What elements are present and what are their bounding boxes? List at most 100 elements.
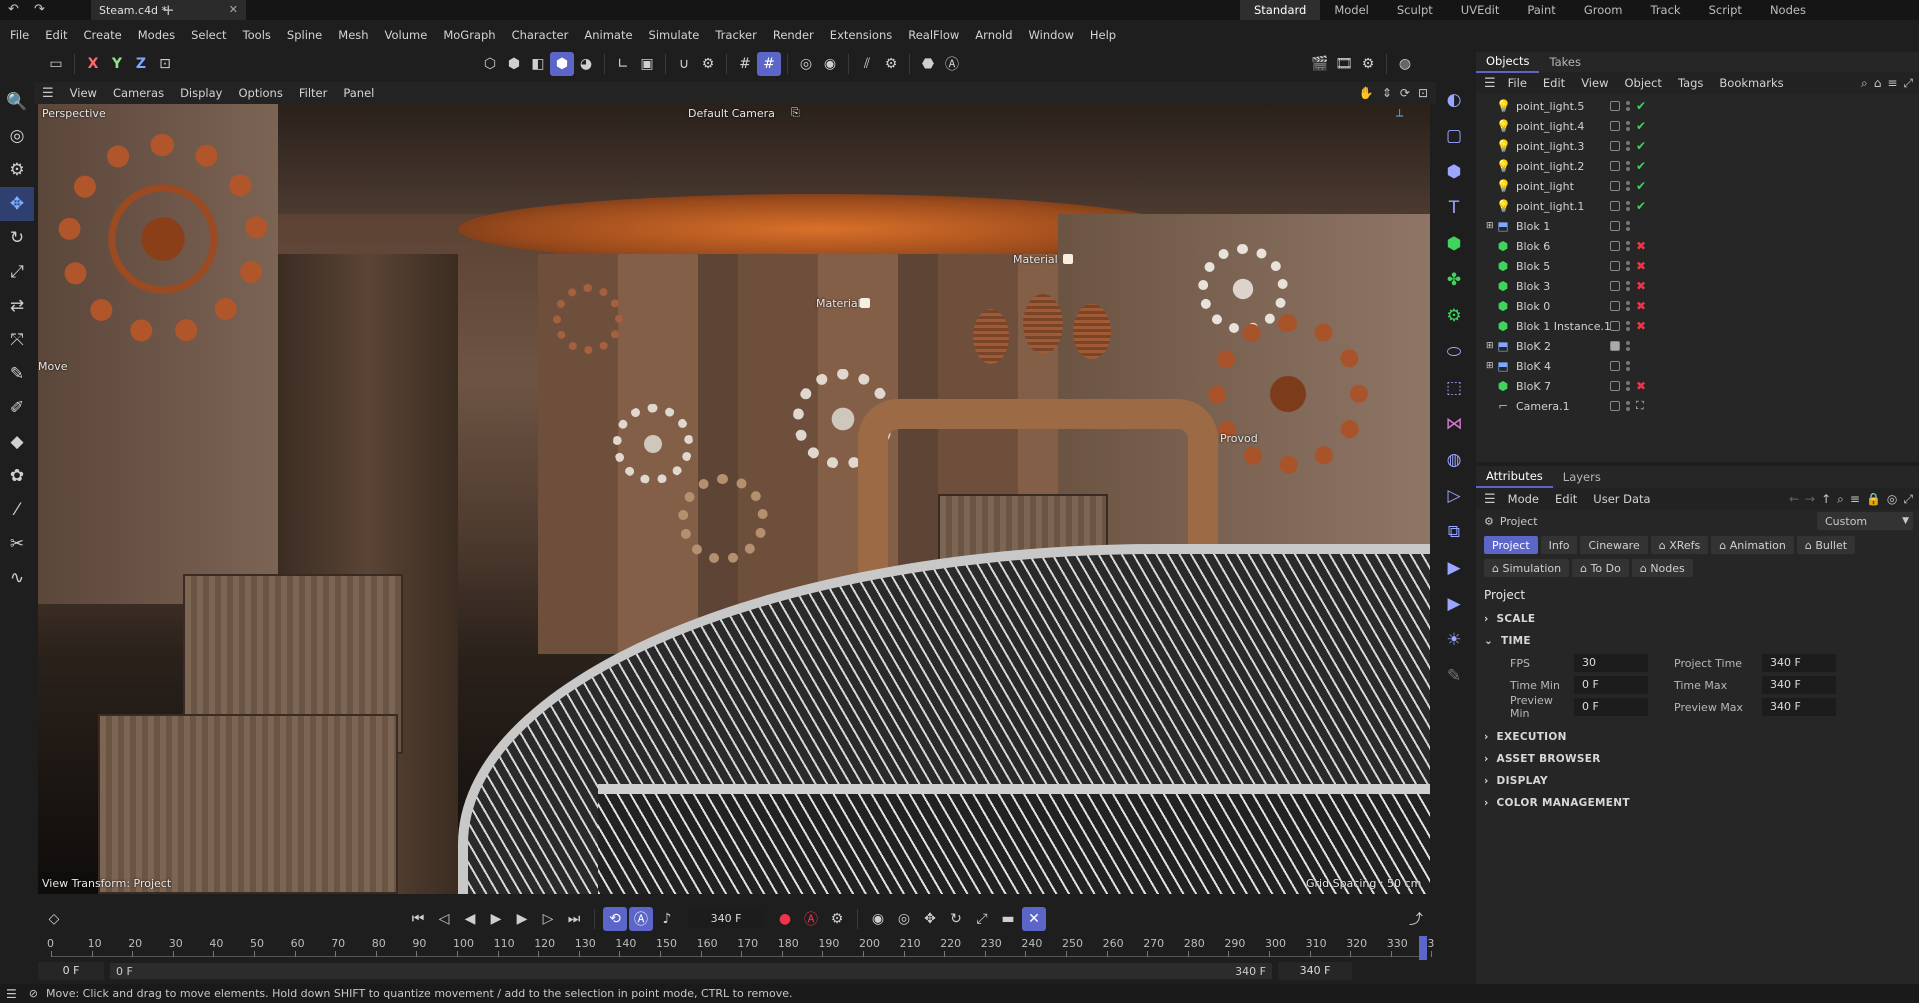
menu-mesh[interactable]: Mesh bbox=[330, 25, 376, 45]
layer-flag[interactable] bbox=[1610, 241, 1620, 251]
layer-flag[interactable] bbox=[1610, 101, 1620, 111]
object-row[interactable]: ⊞ ⬒ Blok 1 bbox=[1486, 216, 1919, 236]
section-time[interactable]: ⌄ TIME bbox=[1476, 630, 1919, 652]
edit-icon[interactable]: ✎ bbox=[1436, 658, 1472, 694]
next-frame-icon[interactable]: ▶ bbox=[510, 907, 534, 931]
param-key-icon[interactable]: ▬ bbox=[996, 907, 1020, 931]
locked-workplane-icon[interactable]: ◎ bbox=[794, 52, 818, 76]
motion-record-icon[interactable]: ◉ bbox=[866, 907, 890, 931]
symmetry-icon[interactable]: ⫽ bbox=[855, 52, 879, 76]
workspace-tab-uvedit[interactable]: UVEdit bbox=[1447, 0, 1514, 20]
new-tab-icon[interactable]: + bbox=[162, 1, 175, 19]
workspace-tab-sculpt[interactable]: Sculpt bbox=[1383, 0, 1447, 20]
om-menu-view[interactable]: View bbox=[1573, 73, 1616, 93]
play-icon[interactable]: ▶ bbox=[484, 907, 508, 931]
layer-flag[interactable] bbox=[1610, 141, 1620, 151]
object-row[interactable]: ⬢ Blok 6 ✖ bbox=[1486, 236, 1919, 256]
workplane-snap-icon[interactable]: # bbox=[757, 52, 781, 76]
point-level-icon[interactable]: ✕ bbox=[1022, 907, 1046, 931]
disabled-cross-icon[interactable]: ✖ bbox=[1636, 239, 1646, 253]
visibility-dots[interactable] bbox=[1626, 341, 1630, 351]
menu-tools[interactable]: Tools bbox=[235, 25, 279, 45]
visibility-dots[interactable] bbox=[1626, 161, 1630, 171]
menu-animate[interactable]: Animate bbox=[576, 25, 640, 45]
layer-flag[interactable] bbox=[1610, 381, 1620, 391]
disabled-cross-icon[interactable]: ✖ bbox=[1636, 319, 1646, 333]
workspace-tab-paint[interactable]: Paint bbox=[1513, 0, 1569, 20]
xpresso-icon[interactable]: ⋈ bbox=[1436, 406, 1472, 442]
am-search-icon[interactable]: ⌕ bbox=[1837, 492, 1844, 507]
scheme-icon[interactable]: ◎ bbox=[892, 907, 916, 931]
menu-tracker[interactable]: Tracker bbox=[707, 25, 765, 45]
om-filter-icon[interactable]: ≡ bbox=[1887, 76, 1897, 90]
workspace-tab-track[interactable]: Track bbox=[1636, 0, 1694, 20]
autokey-icon[interactable]: Ⓐ bbox=[799, 907, 823, 931]
menu-arnold[interactable]: Arnold bbox=[967, 25, 1020, 45]
time-min-field[interactable]: 0 F bbox=[1574, 676, 1648, 694]
maximize-view-icon[interactable]: ⊡ bbox=[1418, 86, 1428, 100]
enabled-check-icon[interactable]: ✔ bbox=[1636, 159, 1646, 173]
section-color-management[interactable]: › COLOR MANAGEMENT bbox=[1476, 792, 1919, 814]
render-settings-icon[interactable]: ⚙ bbox=[1356, 52, 1380, 76]
current-frame-field[interactable]: 340 F bbox=[689, 910, 763, 928]
attribute-menu-icon[interactable]: ☰ bbox=[1484, 492, 1496, 507]
preview-max-field[interactable]: 340 F bbox=[1762, 698, 1836, 716]
axis-mode-icon[interactable]: ∟ bbox=[611, 52, 635, 76]
axis-x-button[interactable]: X bbox=[81, 52, 105, 76]
am-menu-edit[interactable]: Edit bbox=[1547, 489, 1585, 509]
forward-arrow-icon[interactable]: → bbox=[1805, 492, 1815, 506]
layer-flag[interactable] bbox=[1610, 361, 1620, 371]
om-menu-bookmarks[interactable]: Bookmarks bbox=[1711, 73, 1791, 93]
object-menu-icon[interactable]: ☰ bbox=[1484, 76, 1496, 91]
viewport-menu-cameras[interactable]: Cameras bbox=[105, 83, 172, 103]
viewport-menu-panel[interactable]: Panel bbox=[335, 83, 382, 103]
viewport-menu-view[interactable]: View bbox=[62, 83, 105, 103]
project-time-field[interactable]: 340 F bbox=[1762, 654, 1836, 672]
object-row[interactable]: 💡 point_light.2 ✔ bbox=[1486, 156, 1919, 176]
placement-tool-icon[interactable]: ⤧ bbox=[0, 323, 34, 357]
layer-flag[interactable] bbox=[1610, 201, 1620, 211]
menu-select[interactable]: Select bbox=[183, 25, 234, 45]
spline-pen-icon[interactable]: ✎ bbox=[0, 357, 34, 391]
object-row[interactable]: ⬢ Blok 1 Instance.1 ✖ bbox=[1486, 316, 1919, 336]
render-picture-viewer-icon[interactable]: 🎞 bbox=[1332, 52, 1356, 76]
rectangle-spline-icon[interactable]: ▢ bbox=[1436, 118, 1472, 154]
om-menu-file[interactable]: File bbox=[1500, 73, 1535, 93]
visibility-dots[interactable] bbox=[1626, 381, 1630, 391]
keyframe-settings-icon[interactable]: ⚙ bbox=[825, 907, 849, 931]
camera-link-icon[interactable]: ⎘ bbox=[791, 106, 800, 120]
previous-frame-icon[interactable]: ◀ bbox=[458, 907, 482, 931]
next-key-icon[interactable]: ▷ bbox=[536, 907, 560, 931]
visibility-dots[interactable] bbox=[1626, 101, 1630, 111]
enabled-check-icon[interactable]: ✔ bbox=[1636, 99, 1646, 113]
fps-field[interactable]: 30 bbox=[1574, 654, 1648, 672]
subtab-info[interactable]: Info bbox=[1540, 536, 1578, 554]
subtab-todo[interactable]: ⌂ To Do bbox=[1572, 559, 1629, 577]
cloud-render-icon[interactable]: ◍ bbox=[1393, 52, 1417, 76]
render-object-icon[interactable]: ⧉ bbox=[1436, 514, 1472, 550]
visibility-dots[interactable] bbox=[1626, 181, 1630, 191]
lasso-icon[interactable]: ∿ bbox=[0, 561, 34, 595]
dolly-icon[interactable]: ⇕ bbox=[1382, 86, 1392, 100]
viewport-menu-options[interactable]: Options bbox=[230, 83, 290, 103]
subtab-bullet[interactable]: ⌂ Bullet bbox=[1796, 536, 1856, 554]
stage-camera-icon[interactable]: ▶ bbox=[1436, 586, 1472, 622]
model-mode-icon[interactable]: ⬢ bbox=[550, 52, 574, 76]
up-arrow-icon[interactable]: ↑ bbox=[1821, 492, 1831, 506]
subtab-xrefs[interactable]: ⌂ XRefs bbox=[1650, 536, 1709, 554]
back-arrow-icon[interactable]: ← bbox=[1789, 492, 1799, 506]
viewport-menu-filter[interactable]: Filter bbox=[291, 83, 335, 103]
om-home-icon[interactable]: ⌂ bbox=[1874, 76, 1882, 90]
workspace-tab-model[interactable]: Model bbox=[1320, 0, 1383, 20]
tab-attributes[interactable]: Attributes bbox=[1476, 466, 1553, 488]
menu-window[interactable]: Window bbox=[1021, 25, 1082, 45]
section-display[interactable]: › DISPLAY bbox=[1476, 770, 1919, 792]
preview-min-field[interactable]: 0 F bbox=[1574, 698, 1648, 716]
range-slider[interactable]: 0 F 340 F bbox=[110, 963, 1272, 979]
object-row[interactable]: 💡 point_light.3 ✔ bbox=[1486, 136, 1919, 156]
layer-flag[interactable] bbox=[1610, 301, 1620, 311]
object-row[interactable]: 💡 point_light.1 ✔ bbox=[1486, 196, 1919, 216]
deformer-icon[interactable]: ⬭ bbox=[1436, 334, 1472, 370]
menu-file[interactable]: File bbox=[2, 25, 37, 45]
auto-key-mode-icon[interactable]: Ⓐ bbox=[629, 907, 653, 931]
